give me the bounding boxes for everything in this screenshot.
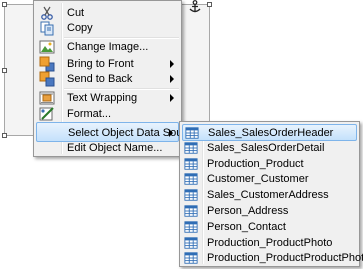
submenu-arrow-icon (170, 75, 174, 83)
resize-handle-top-right[interactable] (207, 2, 212, 7)
table-icon (184, 205, 198, 217)
submenu-item-label: Production_ProductPhoto (207, 236, 333, 249)
submenu-item-data-source[interactable]: Production_ProductPhoto (182, 235, 357, 252)
menu-item-label: Format... (67, 108, 112, 120)
submenu-item-label: Sales_SalesOrderDetail (207, 141, 325, 154)
format-icon (39, 107, 54, 121)
submenu-item-data-source[interactable]: Customer_Customer (182, 171, 357, 188)
submenu-item-data-source[interactable]: Sales_SalesOrderDetail (182, 140, 357, 157)
menu-item-label: Edit Object Name... (67, 142, 163, 154)
submenu-arrow-icon (169, 129, 173, 137)
send-to-back-icon (39, 71, 55, 87)
submenu-item-data-source[interactable]: Person_Contact (182, 219, 357, 236)
menu-item-label: Copy (67, 22, 93, 34)
context-menu: Cut Copy Change Image... Bring to Front (33, 0, 198, 158)
submenu-item-label: Sales_CustomerAddress (207, 189, 329, 202)
anchor-icon (189, 0, 201, 13)
table-icon (184, 252, 198, 265)
table-icon (184, 173, 198, 186)
submenu-item-label: Person_Address (207, 205, 289, 217)
submenu-arrow-icon (170, 60, 174, 68)
submenu-item-label: Production_ProductProductPhoto (207, 252, 363, 265)
change-image-icon (39, 40, 55, 54)
resize-handle-bottom-left[interactable] (2, 133, 7, 138)
submenu-item-data-source[interactable]: Sales_SalesOrderHeader (182, 124, 357, 141)
table-icon (184, 221, 198, 233)
data-source-submenu: Sales_SalesOrderHeader Sales_SalesOrderDe… (179, 121, 363, 267)
submenu-item-data-source[interactable]: Sales_CustomerAddress (182, 187, 357, 204)
menu-item-send-to-back[interactable]: Send to Back (36, 69, 179, 89)
submenu-item-label: Production_Product (207, 157, 304, 170)
table-icon (185, 127, 199, 139)
table-icon (184, 142, 198, 154)
resize-handle-left-middle[interactable] (2, 68, 7, 73)
table-icon (184, 157, 198, 170)
resize-handle-top-left[interactable] (2, 2, 7, 7)
submenu-item-label: Person_Contact (207, 220, 286, 233)
submenu-item-data-source[interactable]: Production_ProductProductPhoto (182, 250, 363, 267)
table-icon (184, 189, 198, 201)
table-icon (184, 236, 198, 249)
menu-item-copy[interactable]: Copy (36, 18, 179, 38)
menu-item-format[interactable]: Format... (36, 104, 179, 124)
submenu-item-data-source[interactable]: Person_Address (182, 203, 357, 220)
menu-item-edit-object-name[interactable]: Edit Object Name... (36, 138, 179, 158)
submenu-item-data-source[interactable]: Production_Product (182, 156, 357, 173)
copy-icon (40, 21, 54, 36)
menu-item-label: Send to Back (67, 73, 133, 85)
submenu-item-label: Customer_Customer (207, 173, 309, 186)
submenu-arrow-icon (170, 94, 174, 102)
